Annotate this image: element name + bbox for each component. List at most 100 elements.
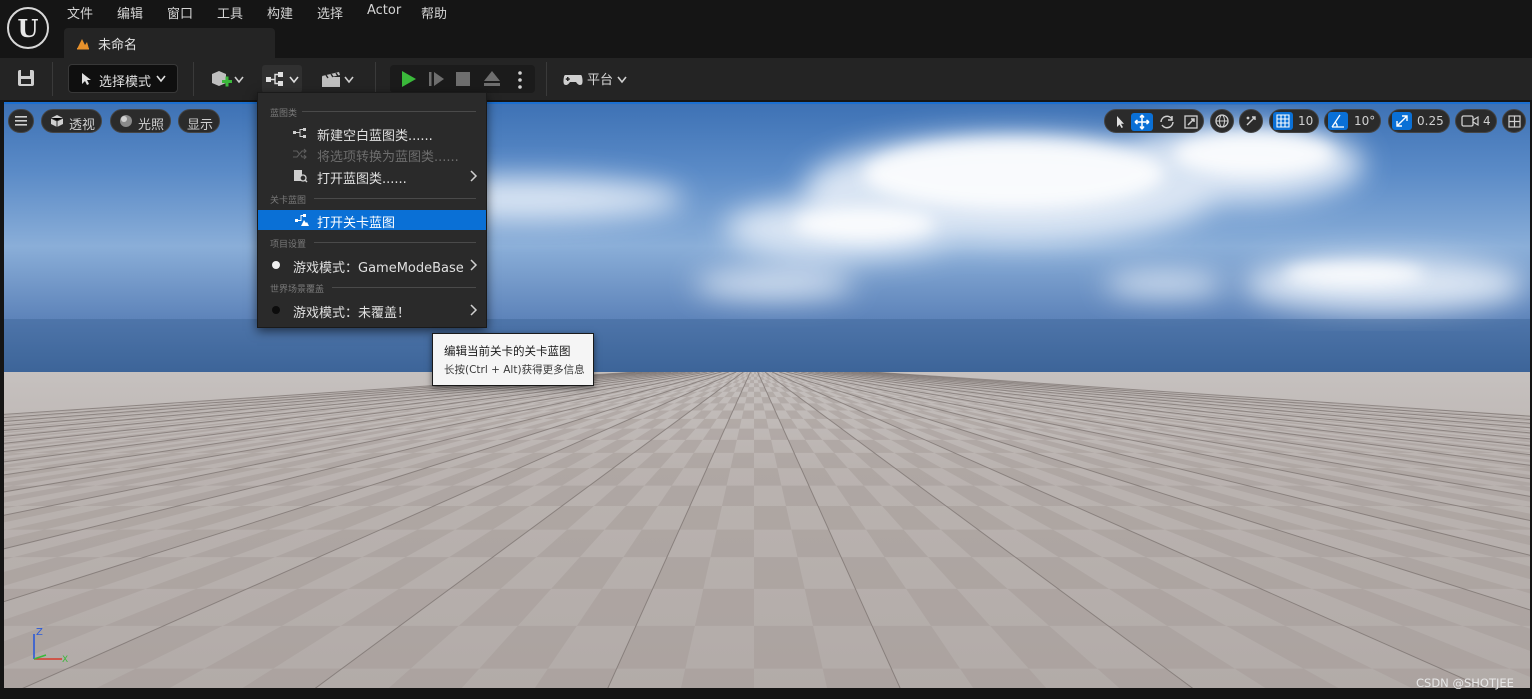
bottom-panel-strip xyxy=(0,688,1532,699)
level-icon xyxy=(77,39,89,50)
globe-icon xyxy=(1215,114,1229,128)
rotation-snap-value: 10° xyxy=(1354,114,1376,128)
play-controls xyxy=(390,65,535,93)
tooltip-hint: 长按(Ctrl + Alt)获得更多信息 xyxy=(444,364,585,376)
menu-item-open-level-blueprint[interactable]: 打开关卡蓝图 xyxy=(258,210,486,231)
level-viewport[interactable]: 透视 光照 显示 10 10° 0.25 4 Z X xyxy=(4,102,1530,688)
grid-snap-control[interactable]: 10 xyxy=(1269,109,1319,133)
show-label: 显示 xyxy=(187,118,214,133)
open-blueprint-icon xyxy=(294,170,308,183)
blueprint-icon xyxy=(293,128,306,138)
translate-tool[interactable] xyxy=(1131,113,1153,131)
menu-item-open-blueprint[interactable]: 打开蓝图类...... xyxy=(258,166,486,187)
surface-snap-icon xyxy=(1246,116,1256,126)
menu-item-game-mode-world[interactable]: 游戏模式：未覆盖！ xyxy=(258,300,486,321)
menu-divider xyxy=(314,242,476,243)
tooltip-title: 编辑当前关卡的关卡蓝图 xyxy=(444,344,571,358)
eject-icon[interactable] xyxy=(482,70,502,88)
menu-actor[interactable]: Actor xyxy=(367,3,401,21)
menu-item-label: 打开关卡蓝图 xyxy=(317,216,396,231)
tab-title: 未命名 xyxy=(98,38,138,53)
menu-item-label: 将选项转换为蓝图类...... xyxy=(317,150,459,165)
select-mode-icon xyxy=(82,73,91,85)
toolbar-separator xyxy=(375,62,376,96)
floor-grid xyxy=(4,372,1530,688)
level-tab[interactable]: 未命名 xyxy=(64,28,275,58)
menu-help[interactable]: 帮助 xyxy=(421,3,447,22)
platform-icon xyxy=(563,75,583,85)
cube-icon xyxy=(50,115,64,127)
tooltip: 编辑当前关卡的关卡蓝图 长按(Ctrl + Alt)获得更多信息 xyxy=(432,333,594,386)
scale-tool-icon[interactable] xyxy=(1180,113,1202,131)
more-icon[interactable] xyxy=(516,70,524,90)
scale-snap-icon xyxy=(1396,115,1408,127)
axis-gizmo: Z X xyxy=(33,627,68,664)
viewport-menu-button[interactable] xyxy=(8,109,34,133)
rotation-snap-toggle[interactable] xyxy=(1328,112,1348,130)
grid-snap-toggle[interactable] xyxy=(1273,112,1293,130)
menu-item-new-blueprint[interactable]: 新建空白蓝图类...... xyxy=(258,123,486,144)
toolbar-separator xyxy=(193,62,194,96)
menu-divider xyxy=(314,198,476,199)
select-tool-icon[interactable] xyxy=(1109,113,1131,131)
menu-bar: U 文件 编辑 窗口 工具 构建 选择 Actor 帮助 未命名 xyxy=(0,0,1532,58)
select-mode-dropdown[interactable]: 选择模式 xyxy=(68,64,178,93)
maximize-viewport-button[interactable] xyxy=(1502,109,1526,133)
rotate-tool-icon[interactable] xyxy=(1156,113,1178,131)
blueprint-button[interactable] xyxy=(262,65,302,93)
camera-icon xyxy=(1461,115,1479,127)
rotation-snap-control[interactable]: 10° xyxy=(1324,109,1381,133)
main-toolbar: 选择模式 平台 xyxy=(0,58,1532,100)
move-icon xyxy=(1134,114,1150,130)
play-icon[interactable] xyxy=(398,69,418,89)
perspective-label: 透视 xyxy=(69,118,96,133)
convert-icon xyxy=(293,148,307,160)
menu-item-label: 游戏模式：GameModeBase xyxy=(293,261,464,276)
cinematics-button[interactable] xyxy=(318,65,358,93)
platform-button[interactable]: 平台 xyxy=(560,65,630,93)
menu-tools[interactable]: 工具 xyxy=(217,3,243,22)
menu-window[interactable]: 窗口 xyxy=(167,3,193,22)
toolbar-separator xyxy=(52,62,53,96)
surface-snap-toggle[interactable] xyxy=(1239,109,1263,133)
menu-item-label: 新建空白蓝图类...... xyxy=(317,129,433,144)
watermark: CSDN @SHOTJEE xyxy=(1416,676,1514,690)
blueprint-dropdown-menu: 蓝图类 新建空白蓝图类...... 将选项转换为蓝图类...... 打开蓝图类.… xyxy=(257,92,487,328)
section-world-override: 世界场景覆盖 xyxy=(270,285,325,295)
menu-edit[interactable]: 编辑 xyxy=(117,3,143,22)
camera-speed-control[interactable]: 4 xyxy=(1455,109,1497,133)
menu-item-label: 游戏模式：未覆盖！ xyxy=(293,306,411,321)
grid-snap-value: 10 xyxy=(1298,114,1314,128)
hamburger-icon xyxy=(15,116,27,126)
step-icon[interactable] xyxy=(427,70,447,88)
save-icon[interactable] xyxy=(16,68,36,88)
unreal-logo-icon[interactable]: U xyxy=(7,7,49,49)
grid-icon xyxy=(1276,114,1290,128)
scale-snap-control[interactable]: 0.25 xyxy=(1388,109,1450,133)
angle-icon xyxy=(1331,114,1344,128)
clouds xyxy=(4,124,1530,378)
add-actor-button[interactable] xyxy=(206,65,246,93)
section-project-settings: 项目设置 xyxy=(270,240,307,250)
menu-item-game-mode-project[interactable]: 游戏模式：GameModeBase xyxy=(258,255,486,276)
show-button[interactable]: 显示 xyxy=(178,109,220,133)
axis-z-label: Z xyxy=(36,627,43,638)
perspective-button[interactable]: 透视 xyxy=(41,109,102,133)
world-local-toggle[interactable] xyxy=(1210,109,1234,133)
menu-divider xyxy=(302,111,476,112)
level-blueprint-icon xyxy=(295,214,309,226)
scale-snap-toggle[interactable] xyxy=(1392,112,1412,130)
menu-select[interactable]: 选择 xyxy=(317,3,343,22)
sky xyxy=(4,104,1530,378)
blueprint-icon xyxy=(266,72,283,86)
platform-label: 平台 xyxy=(587,73,614,88)
lighting-button[interactable]: 光照 xyxy=(110,109,171,133)
chevron-down-icon xyxy=(234,76,244,84)
stop-icon[interactable] xyxy=(455,71,471,87)
menu-file[interactable]: 文件 xyxy=(67,3,93,22)
layout-icon xyxy=(1508,115,1521,128)
menu-item-convert-selection[interactable]: 将选项转换为蓝图类...... xyxy=(258,144,486,165)
menu-item-label: 打开蓝图类...... xyxy=(317,172,407,187)
add-actor-icon xyxy=(212,71,232,87)
menu-build[interactable]: 构建 xyxy=(267,3,293,22)
